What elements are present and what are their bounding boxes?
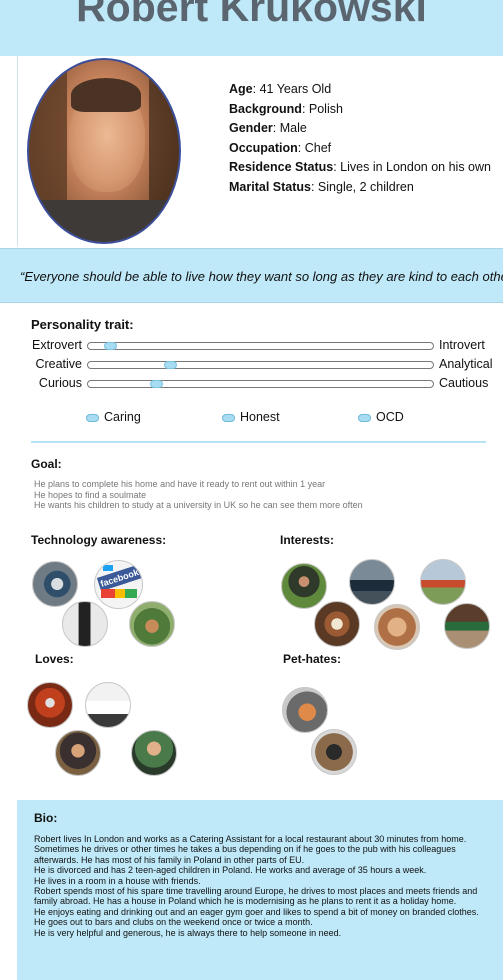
bio-line: Robert spends most of his spare time tra… <box>34 886 478 907</box>
goal-list: He plans to complete his home and have i… <box>34 479 363 511</box>
goal-title: Goal: <box>31 457 62 471</box>
goal-line: He wants his children to study at a univ… <box>34 500 363 510</box>
bio-text: Robert lives In London and works as a Ca… <box>34 834 500 938</box>
goal-line: He hopes to find a soulmate <box>34 489 147 500</box>
drink-image <box>131 730 177 776</box>
pethate-image-2 <box>311 729 357 775</box>
car-interest-image <box>349 559 395 605</box>
bio-line: He enjoys eating and drinking out and an… <box>34 906 479 917</box>
cooking-image <box>374 604 420 650</box>
avatar <box>27 58 181 244</box>
slider-analytical-label: Analytical <box>439 357 493 371</box>
slider-extrovert-track <box>87 342 434 350</box>
trait-caring-pill <box>86 414 99 422</box>
slider-creative-track <box>87 361 434 369</box>
bio-line: Robert lives In London and works as a Ca… <box>34 834 467 865</box>
detail-occupation: Occupation: Chef <box>229 140 332 155</box>
personality-title: Personality trait: <box>31 317 134 332</box>
bio-line: He is very helpful and generous, he is a… <box>34 927 342 938</box>
interests-title: Interests: <box>280 533 335 547</box>
slider-curious-track <box>87 380 434 388</box>
smart-speaker-image <box>62 601 108 647</box>
slider-curious-label: Curious <box>38 376 82 390</box>
trait-ocd-pill <box>358 414 371 422</box>
slider-creative-label: Creative <box>35 357 82 371</box>
travel-image <box>420 559 466 605</box>
slider-introvert-label: Introvert <box>439 338 485 352</box>
quote-banner: “Everyone should be able to live how the… <box>0 248 503 303</box>
slider-extrovert-label: Extrovert <box>31 338 82 352</box>
pet-hates-title: Pet-hates: <box>283 652 342 666</box>
persona-name: Robert Krukowski <box>76 0 427 30</box>
smartwatch-image <box>32 561 78 607</box>
persona-quote: “Everyone should be able to live how the… <box>20 269 503 284</box>
pethate-image-1 <box>282 687 328 733</box>
loves-title: Loves: <box>35 652 74 666</box>
tech-outdoor-image <box>129 601 175 647</box>
social-logos-image: facebook <box>94 560 143 609</box>
trait-honest-pill <box>222 414 235 422</box>
detail-residence: Residence Status: Lives in London on his… <box>229 160 491 174</box>
party-image <box>27 682 73 728</box>
bio-line: He goes out to bars and clubs on the wee… <box>34 917 313 928</box>
bio-line: He lives in a room in a house with frien… <box>34 875 201 886</box>
detail-gender: Gender: Male <box>229 121 307 135</box>
trait-honest: Honest <box>240 410 280 424</box>
persona-details: Age: 41 Years Old Background: Polish Gen… <box>229 80 491 197</box>
car-love-image <box>85 682 131 728</box>
header-banner: Robert Krukowski <box>0 0 503 56</box>
slider-curious-knob[interactable] <box>150 380 164 388</box>
food-image <box>314 601 360 647</box>
technology-title: Technology awareness: <box>31 533 167 547</box>
friends-image <box>55 730 101 776</box>
goal-line: He plans to complete his home and have i… <box>34 479 326 489</box>
pub-image <box>444 603 490 649</box>
detail-background: Background: Polish <box>229 101 343 116</box>
bio-line: He is divorced and has 2 teen-aged child… <box>34 865 427 876</box>
trait-ocd: OCD <box>376 410 404 424</box>
detail-age: Age: 41 Years Old <box>229 82 332 96</box>
slider-extrovert-knob[interactable] <box>103 342 117 350</box>
slider-cautious-label: Cautious <box>439 376 489 390</box>
detail-marital: Marital Status: Single, 2 children <box>229 179 414 194</box>
section-divider <box>31 441 486 443</box>
trait-caring: Caring <box>104 410 141 424</box>
football-image <box>281 563 327 609</box>
bio-title: Bio: <box>34 811 58 825</box>
slider-creative-knob[interactable] <box>163 361 177 369</box>
left-divider <box>17 56 18 246</box>
